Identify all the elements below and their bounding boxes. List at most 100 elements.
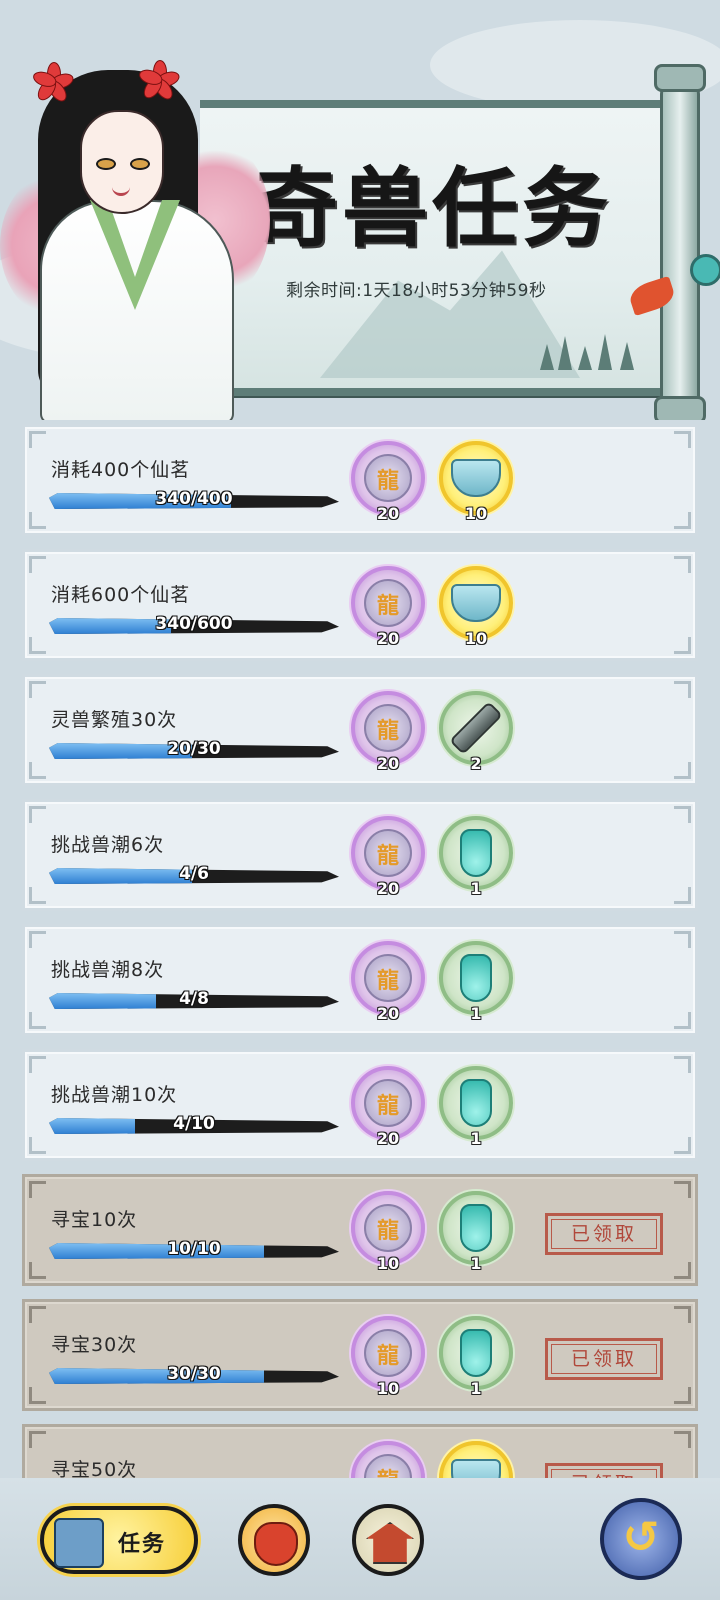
dragon-coin-icon: [364, 954, 412, 1002]
reward-slot[interactable]: 10: [351, 1316, 425, 1398]
task-card[interactable]: 消耗400个仙茗 340/400 20 10: [22, 424, 698, 536]
card-corner-decoration: [674, 806, 691, 823]
reward-slot[interactable]: 1: [439, 1066, 513, 1148]
card-corner-decoration: [29, 637, 46, 654]
dragon-coin-icon: [364, 579, 412, 627]
event-title: 奇兽任务: [252, 158, 612, 259]
task-progress-text: 30/30: [167, 1364, 221, 1384]
task-card[interactable]: 挑战兽潮8次 4/8 20 1: [22, 924, 698, 1036]
reward-count: 20: [376, 754, 400, 773]
red-lily-hair-ornament: [136, 58, 182, 104]
card-corner-decoration: [29, 1387, 46, 1404]
task-card[interactable]: 灵兽繁殖30次 20/30 20 2: [22, 674, 698, 786]
tea-bowl-icon: [451, 459, 501, 497]
card-corner-decoration: [674, 512, 691, 529]
event-header: 奇兽任务 剩余时间:1天18小时53分钟59秒: [0, 0, 720, 420]
reward-count: 1: [470, 879, 482, 898]
dragon-coin-icon: [364, 1329, 412, 1377]
reward-count: 1: [470, 1129, 482, 1148]
reward-slot[interactable]: 20: [351, 441, 425, 523]
reward-count: 10: [376, 1254, 400, 1273]
reward-count: 20: [376, 629, 400, 648]
reward-slot[interactable]: 20: [351, 566, 425, 648]
card-corner-decoration: [29, 1306, 46, 1323]
reward-slot[interactable]: 20: [351, 1066, 425, 1148]
reward-slot[interactable]: 1: [439, 1316, 513, 1398]
nav-task-label: 任务: [118, 1532, 167, 1557]
tea-bowl-icon: [451, 584, 501, 622]
card-corner-decoration: [29, 431, 46, 448]
task-progress-text: 10/10: [167, 1239, 221, 1259]
reward-slot[interactable]: 1: [439, 816, 513, 898]
task-name: 消耗600个仙茗: [51, 584, 191, 606]
task-name: 灵兽繁殖30次: [51, 709, 178, 731]
reward-slot[interactable]: 2: [439, 691, 513, 773]
reward-count: 10: [464, 629, 488, 648]
reward-count: 20: [376, 1129, 400, 1148]
dragon-coin-icon: [364, 1204, 412, 1252]
task-name: 挑战兽潮6次: [51, 834, 165, 856]
task-name: 挑战兽潮10次: [51, 1084, 178, 1106]
lucky-bag-icon[interactable]: [238, 1504, 310, 1576]
task-card[interactable]: 消耗600个仙茗 340/600 20 10: [22, 549, 698, 661]
reward-slot[interactable]: 10: [351, 1191, 425, 1273]
card-corner-decoration: [29, 1431, 46, 1448]
task-name: 挑战兽潮8次: [51, 959, 165, 981]
card-corner-decoration: [29, 1056, 46, 1073]
task-progress-text: 4/8: [179, 989, 209, 1009]
reward-slot[interactable]: 20: [351, 691, 425, 773]
card-corner-decoration: [29, 556, 46, 573]
task-progress-text: 20/30: [167, 739, 221, 759]
card-corner-decoration: [29, 1262, 46, 1279]
card-corner-decoration: [29, 762, 46, 779]
shrine-icon[interactable]: [352, 1504, 424, 1576]
nav-task-button[interactable]: 任务: [40, 1506, 198, 1574]
card-corner-decoration: [29, 1012, 46, 1029]
dragon-coin-icon: [364, 704, 412, 752]
guide-character-portrait: [0, 40, 270, 420]
task-progress-text: 4/10: [173, 1114, 215, 1134]
reward-slot[interactable]: 1: [439, 941, 513, 1023]
card-corner-decoration: [674, 637, 691, 654]
card-corner-decoration: [674, 1012, 691, 1029]
task-card[interactable]: 挑战兽潮10次 4/10 20 1: [22, 1049, 698, 1161]
task-name: 寻宝10次: [51, 1209, 138, 1231]
scroll-cap: [654, 64, 706, 92]
dragon-coin-icon: [364, 454, 412, 502]
reward-count: 1: [470, 1379, 482, 1398]
card-corner-decoration: [29, 1181, 46, 1198]
reward-count: 20: [376, 504, 400, 523]
jade-vial-icon: [460, 1329, 492, 1377]
reward-count: 1: [470, 1254, 482, 1273]
return-icon[interactable]: [600, 1498, 682, 1580]
task-card[interactable]: 挑战兽潮6次 4/6 20 1: [22, 799, 698, 911]
card-corner-decoration: [29, 887, 46, 904]
reward-count: 20: [376, 879, 400, 898]
task-card[interactable]: 寻宝10次 10/10 10 1 已领取: [22, 1174, 698, 1286]
reward-slot[interactable]: 10: [439, 441, 513, 523]
reward-count: 1: [470, 1004, 482, 1023]
card-corner-decoration: [674, 1137, 691, 1154]
reward-count: 10: [464, 504, 488, 523]
card-corner-decoration: [29, 681, 46, 698]
card-corner-decoration: [674, 762, 691, 779]
reward-slot[interactable]: 20: [351, 941, 425, 1023]
card-corner-decoration: [674, 1056, 691, 1073]
task-name: 消耗400个仙茗: [51, 459, 191, 481]
flute-icon: [449, 701, 503, 755]
reward-count: 2: [470, 754, 482, 773]
card-corner-decoration: [674, 1181, 691, 1198]
task-card[interactable]: 寻宝30次 30/30 10 1 已领取: [22, 1299, 698, 1411]
task-progress-text: 340/600: [155, 614, 233, 634]
scroll-cap: [654, 396, 706, 420]
card-corner-decoration: [674, 681, 691, 698]
card-corner-decoration: [674, 887, 691, 904]
reward-slot[interactable]: 10: [439, 566, 513, 648]
reward-slot[interactable]: 1: [439, 1191, 513, 1273]
card-corner-decoration: [29, 806, 46, 823]
card-corner-decoration: [674, 556, 691, 573]
card-corner-decoration: [674, 1387, 691, 1404]
character-face: [80, 110, 164, 214]
remaining-time: 剩余时间:1天18小时53分钟59秒: [286, 281, 547, 301]
reward-slot[interactable]: 20: [351, 816, 425, 898]
